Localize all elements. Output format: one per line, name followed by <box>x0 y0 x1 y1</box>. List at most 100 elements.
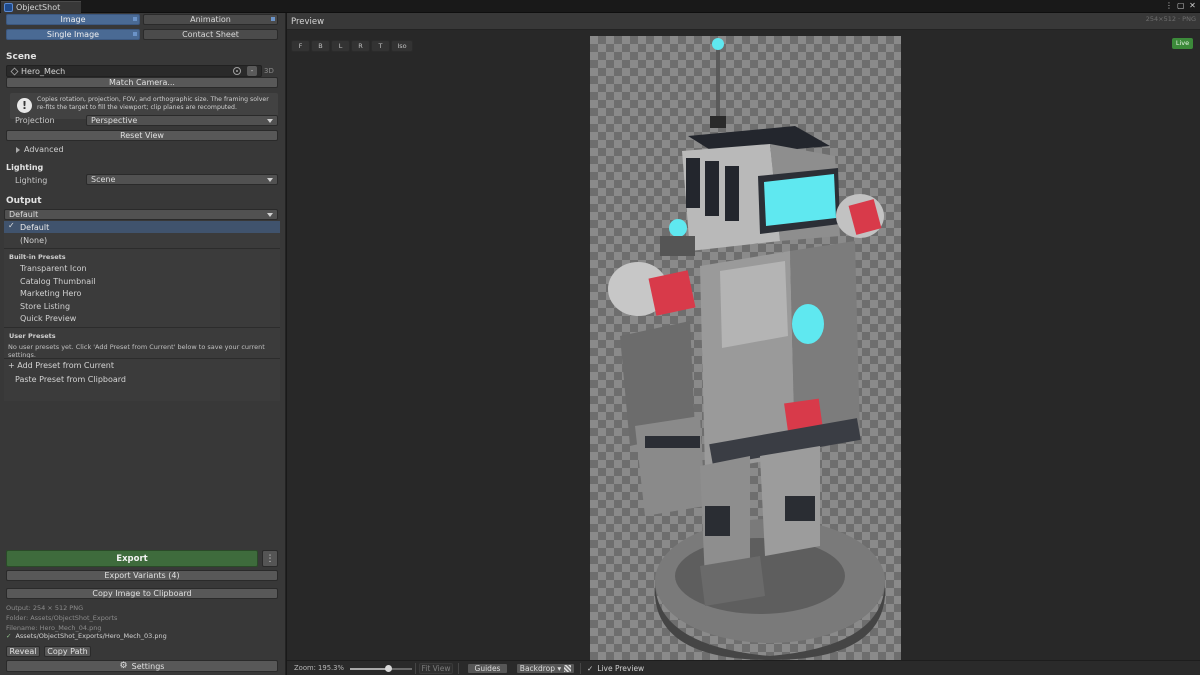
reveal-button[interactable]: Reveal <box>6 646 40 657</box>
view-left-button[interactable]: L <box>331 40 350 52</box>
window-titlebar: ObjectShot ⋮ ▢ ✕ <box>0 0 1200 13</box>
menu-item-store-listing[interactable]: Store Listing <box>4 300 280 312</box>
export-more-button[interactable]: ⋮ <box>262 550 278 567</box>
view-back-button[interactable]: B <box>311 40 330 52</box>
antenna-base <box>710 116 726 128</box>
view-angle-buttons: F B L R T Iso <box>291 40 413 52</box>
menu-divider <box>4 327 280 328</box>
menu-item-label: (None) <box>20 235 48 245</box>
view-top-button[interactable]: T <box>371 40 390 52</box>
reset-view-button[interactable]: Reset View <box>6 130 278 141</box>
tab-image[interactable]: Image <box>6 14 140 25</box>
zoom-slider[interactable] <box>350 668 412 670</box>
tab-single-image[interactable]: Single Image <box>6 29 140 40</box>
divider <box>415 663 416 674</box>
cube-icon <box>10 67 19 75</box>
output-preset-dropdown[interactable]: Default <box>4 209 278 220</box>
output-info: Output: 254 × 512 PNG <box>6 604 84 612</box>
preview-canvas[interactable] <box>590 36 901 660</box>
settings-button[interactable]: ⚙ Settings <box>6 660 278 672</box>
backdrop-label: Backdrop ▾ <box>519 664 562 673</box>
head-slot-2 <box>705 161 719 216</box>
advanced-label: Advanced <box>24 145 64 154</box>
left-forearm <box>635 416 705 516</box>
clear-object-button[interactable]: - <box>247 66 257 76</box>
left-forearm-band <box>645 436 700 448</box>
window-tab[interactable]: ObjectShot <box>1 1 81 13</box>
antenna-rod <box>716 48 720 123</box>
more-options-icon[interactable]: ⋮ <box>1165 1 1173 10</box>
scene-section-title: Scene <box>6 52 37 62</box>
live-preview-toggle[interactable]: ✓ Live Preview <box>587 664 644 673</box>
chest-core <box>792 304 824 344</box>
menu-item-marketing-hero[interactable]: Marketing Hero <box>4 287 280 299</box>
output-section-title: Output <box>6 196 42 206</box>
copy-path-button[interactable]: Copy Path <box>44 646 91 657</box>
export-button[interactable]: Export <box>6 550 258 567</box>
object-picker-icon[interactable] <box>233 67 241 75</box>
fit-view-button[interactable]: Fit View <box>419 663 453 674</box>
left-knee <box>705 506 730 536</box>
projection-value: Perspective <box>91 116 138 125</box>
menu-item-none[interactable]: (None) <box>4 234 280 246</box>
match-camera-button[interactable]: Match Camera... <box>6 77 278 88</box>
tab-animation[interactable]: Animation <box>143 14 278 25</box>
view-iso-button[interactable]: Iso <box>391 40 413 52</box>
divider <box>458 663 459 674</box>
chevron-down-icon <box>267 213 273 217</box>
builtin-presets-header: Built-in Presets <box>9 253 66 261</box>
guides-button[interactable]: Guides <box>467 663 508 674</box>
turret-light <box>669 219 687 237</box>
projection-label: Projection <box>15 116 55 125</box>
menu-item-label: Store Listing <box>20 301 71 311</box>
target-object-field[interactable]: Hero_Mech <box>6 65 262 77</box>
inspector-panel: Image Animation Single Image Contact She… <box>0 13 286 675</box>
menu-item-quick-preview[interactable]: Quick Preview <box>4 312 280 324</box>
menu-item-default[interactable]: ✓ Default <box>4 221 280 233</box>
lighting-label: Lighting <box>15 176 48 185</box>
close-icon[interactable]: ✕ <box>1189 1 1196 10</box>
export-variants-button[interactable]: Export Variants (4) <box>6 570 278 581</box>
backdrop-button[interactable]: Backdrop ▾ <box>516 663 575 674</box>
add-preset-button[interactable]: + Add Preset from Current <box>8 361 114 370</box>
last-export-path-text: Assets/ObjectShot_Exports/Hero_Mech_03.p… <box>15 632 167 640</box>
left-shoulder-panel <box>648 270 696 316</box>
menu-item-label: Quick Preview <box>20 313 77 323</box>
turret-base <box>660 236 695 256</box>
maximize-icon[interactable]: ▢ <box>1177 1 1185 10</box>
tab-indicator-icon <box>133 32 137 36</box>
antenna-light <box>712 38 724 50</box>
lighting-section-title: Lighting <box>6 163 44 172</box>
output-preset-value: Default <box>9 210 39 219</box>
settings-label: Settings <box>131 661 165 671</box>
tab-contact-sheet[interactable]: Contact Sheet <box>143 29 278 40</box>
view-right-button[interactable]: R <box>351 40 370 52</box>
info-text: Copies rotation, projection, FOV, and or… <box>37 96 269 111</box>
zoom-label: Zoom: 195.3% <box>294 664 344 672</box>
menu-item-label: Catalog Thumbnail <box>20 276 96 286</box>
last-export-path: ✓ Assets/ObjectShot_Exports/Hero_Mech_03… <box>6 632 167 640</box>
tab-contact-sheet-label: Contact Sheet <box>182 30 239 39</box>
mode-3d-badge: 3D <box>264 67 274 75</box>
view-front-button[interactable]: F <box>291 40 310 52</box>
robot-render <box>608 38 885 660</box>
preview-panel: Preview 254×512 · PNG F B L R T Iso Live <box>287 13 1200 675</box>
advanced-foldout[interactable]: Advanced <box>16 145 64 154</box>
zoom-slider-handle[interactable] <box>384 665 392 672</box>
menu-divider <box>4 358 280 359</box>
live-preview-label: Live Preview <box>597 664 645 673</box>
menu-item-catalog-thumbnail[interactable]: Catalog Thumbnail <box>4 275 280 287</box>
menu-item-label: Marketing Hero <box>20 288 82 298</box>
projection-dropdown[interactable]: Perspective <box>86 115 278 126</box>
lighting-dropdown[interactable]: Scene <box>86 174 278 185</box>
chevron-right-icon <box>16 146 20 153</box>
chevron-down-icon <box>267 119 273 123</box>
menu-item-transparent-icon[interactable]: Transparent Icon <box>4 262 280 274</box>
tab-image-label: Image <box>60 15 86 24</box>
copy-to-clipboard-button[interactable]: Copy Image to Clipboard <box>6 588 278 599</box>
preview-header: Preview 254×512 · PNG <box>287 13 1200 30</box>
filename-info: Filename: Hero_Mech_04.png <box>6 624 102 632</box>
tab-animation-label: Animation <box>190 15 231 24</box>
paste-preset-button[interactable]: Paste Preset from Clipboard <box>15 375 126 384</box>
preview-size-info: 254×512 · PNG <box>1145 15 1196 23</box>
